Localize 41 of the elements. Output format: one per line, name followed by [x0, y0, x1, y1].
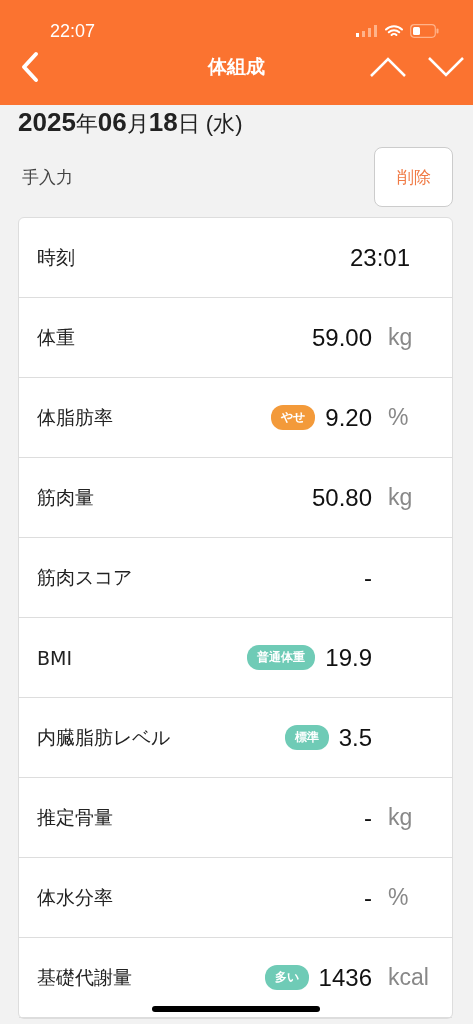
status-badge: 標準	[284, 725, 329, 750]
unit-label: kg	[388, 804, 413, 830]
back-button[interactable]	[20, 51, 40, 83]
status-badge: 多い	[264, 965, 309, 990]
row-label: BMI	[37, 646, 73, 669]
row-value: -	[364, 883, 372, 912]
unit-label: kcal	[388, 964, 429, 990]
row-value: 59.00	[311, 323, 372, 352]
row-label: 時刻	[37, 244, 75, 270]
row-label: 筋肉スコア	[37, 564, 132, 590]
row-label: 内臓脂肪レベル	[37, 724, 170, 750]
row-value: 1436	[318, 963, 372, 992]
row-label: 体脂肪率	[37, 404, 113, 430]
row-value: 3.5	[338, 723, 372, 752]
unit-label: kg	[388, 484, 413, 510]
previous-button[interactable]	[369, 56, 407, 78]
date-heading: 2025年06月 18日 (水)	[17, 106, 244, 139]
screen-title: 体組成	[208, 54, 265, 79]
row-label: 体水分率	[37, 884, 113, 910]
status-badge: 普通体重	[247, 645, 316, 670]
status-badge: やせ	[271, 405, 316, 430]
delete-button[interactable]: 削除	[374, 147, 453, 207]
row-value: -	[364, 563, 372, 592]
row-label: 推定骨量	[37, 804, 113, 830]
unit-label: %	[388, 404, 409, 430]
wifi-icon	[385, 24, 403, 38]
status-time: 22:07	[50, 20, 96, 42]
row-value: -	[364, 803, 372, 832]
row-value: 23:01	[349, 243, 410, 272]
unit-label: %	[388, 884, 409, 910]
next-button[interactable]	[427, 56, 465, 78]
unit-label: kg	[388, 324, 413, 350]
row-value: 50.80	[311, 483, 372, 512]
input-source: 手入力	[22, 165, 73, 189]
battery-icon	[410, 24, 439, 38]
row-label: 体重	[37, 324, 75, 350]
row-label: 基礎代謝量	[37, 964, 132, 990]
signal-icon	[356, 25, 378, 37]
row-label: 筋肉量	[37, 484, 94, 510]
row-value: 19.9	[325, 643, 372, 672]
row-value: 9.20	[325, 403, 372, 432]
